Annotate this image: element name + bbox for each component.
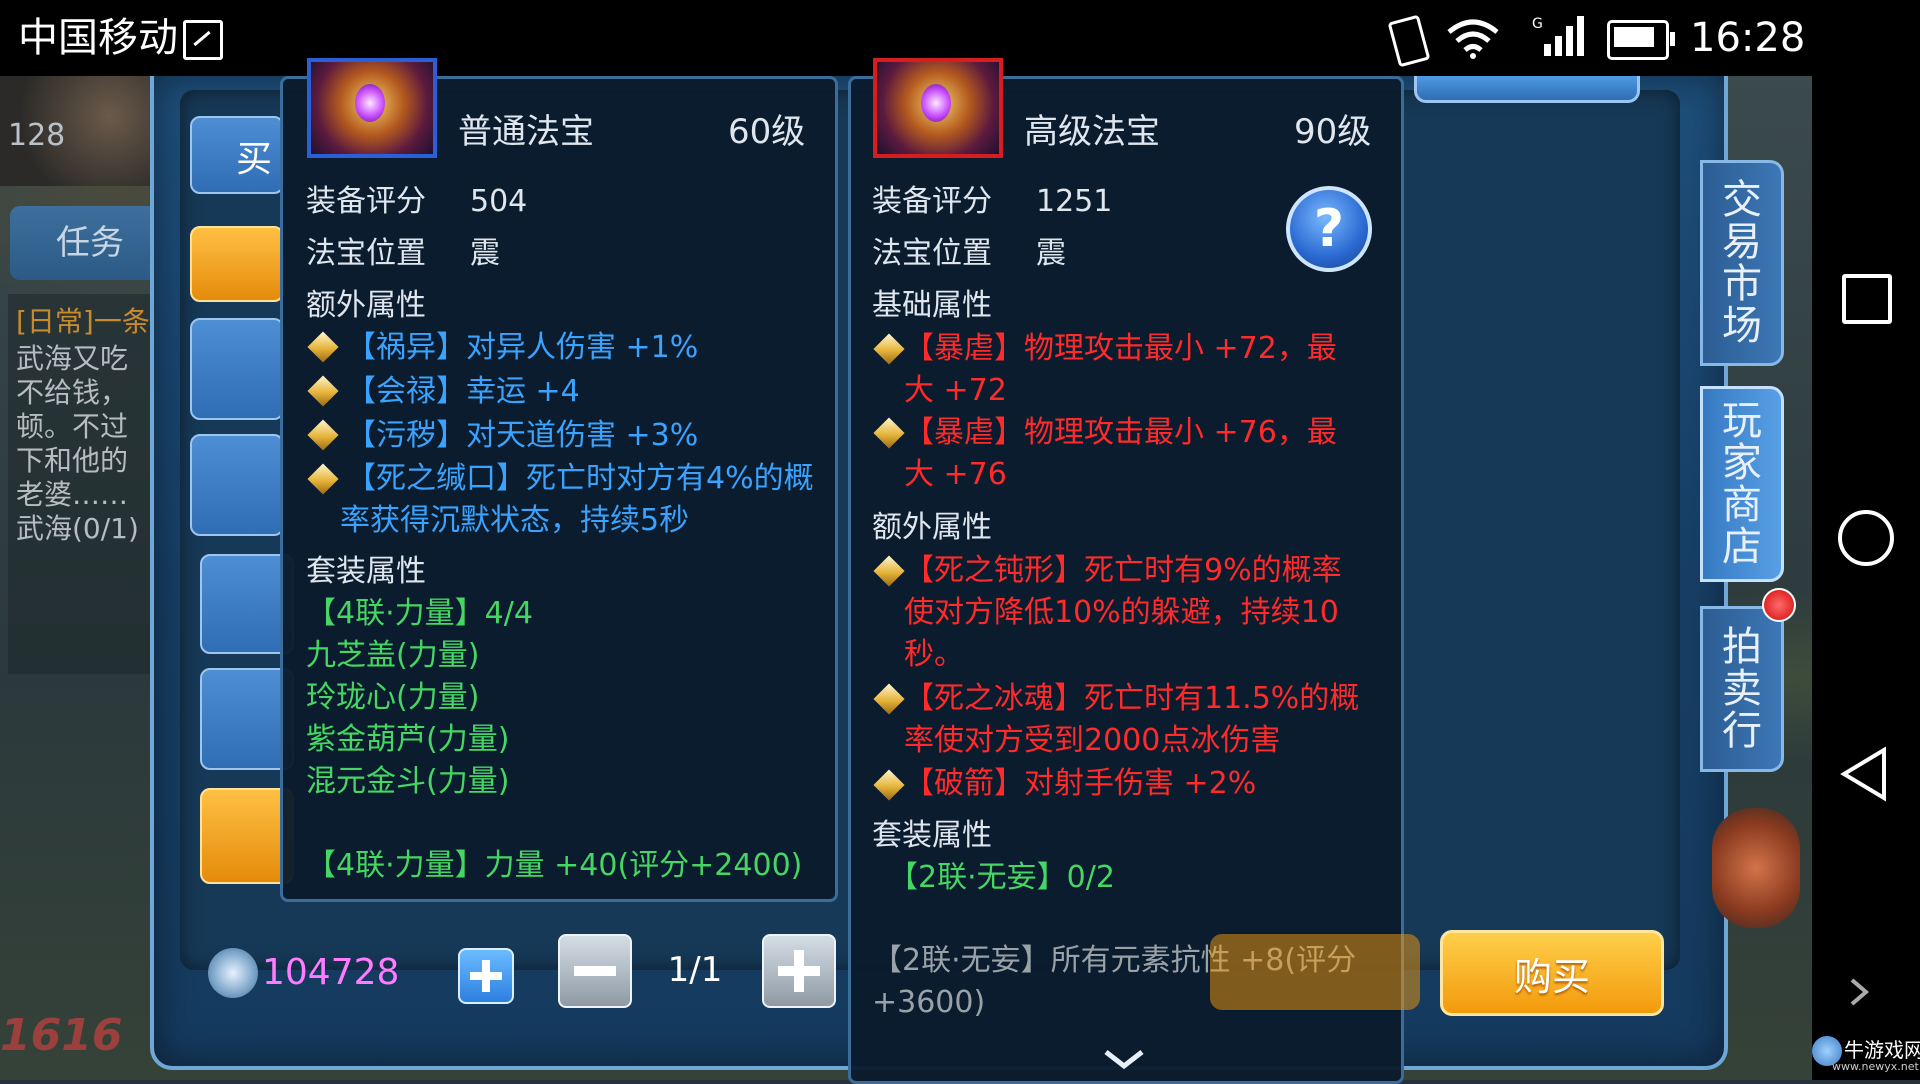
- quest-line: 武海又吃: [16, 342, 129, 375]
- watermark-brand: 牛游戏网: [1844, 1038, 1920, 1062]
- score-label-right: 装备评分: [872, 184, 992, 219]
- notification-dot: [1762, 588, 1796, 622]
- item-level-right: 90级: [1294, 112, 1372, 152]
- skill-button[interactable]: [1712, 808, 1800, 928]
- svg-text:G: G: [1532, 16, 1543, 32]
- chevron-right-icon[interactable]: [1848, 976, 1872, 1008]
- set-header-right: 套装属性: [872, 818, 992, 853]
- recent-apps-icon[interactable]: [1842, 274, 1892, 324]
- back-icon[interactable]: [1838, 746, 1890, 802]
- quest-line: 老婆……: [16, 478, 129, 511]
- tab-trade-market[interactable]: 交易市场: [1700, 160, 1784, 366]
- minus-icon: [574, 966, 616, 976]
- extra-attr-right: 【死之冰魂】死亡时有11.5%的概率使对方受到2000点冰伤害: [904, 681, 1360, 758]
- vibrate-icon: [1387, 14, 1431, 68]
- set-item: 玲珑心(力量): [306, 680, 480, 715]
- home-icon[interactable]: [1838, 510, 1894, 566]
- score-value-left: 504: [470, 184, 528, 219]
- category-tab[interactable]: [190, 434, 284, 536]
- increase-quantity-button[interactable]: [762, 934, 836, 1008]
- help-icon[interactable]: ?: [1286, 186, 1372, 272]
- android-nav-bar: 牛游戏网 www.newyx.net: [1812, 76, 1920, 1080]
- tab-label: 交: [1722, 177, 1762, 223]
- scroll-down-chevron-icon[interactable]: [1102, 1048, 1146, 1070]
- task-tab[interactable]: 任务: [10, 206, 160, 280]
- battery-icon: [1607, 20, 1675, 60]
- category-tab[interactable]: [190, 318, 284, 420]
- set-bonus-left: 【4联·力量】力量 +40(评分+2400): [306, 848, 803, 883]
- quest-text: 武海又吃 不给钱， 顿。不过 下和他的 老婆…… 武海(0/1): [16, 342, 139, 546]
- position-value-right: 震: [1036, 236, 1066, 271]
- set-name-right: 【2联·无妄】0/2: [888, 860, 1115, 895]
- base-header-right: 基础属性: [872, 288, 992, 323]
- tab-auction-house[interactable]: 拍卖行: [1700, 606, 1784, 772]
- item-icon-right: [873, 58, 1003, 158]
- extra-header-left: 额外属性: [306, 288, 426, 323]
- set-name-left: 【4联·力量】4/4: [306, 596, 533, 631]
- signal-icon: G: [1532, 16, 1584, 56]
- silver-coin-icon: [208, 948, 258, 998]
- decrease-quantity-button[interactable]: [558, 934, 632, 1008]
- position-value-left: 震: [470, 236, 500, 271]
- quest-tracker[interactable]: [日常]一条 武海又吃 不给钱， 顿。不过 下和他的 老婆…… 武海(0/1): [8, 294, 158, 674]
- extra-header-right: 额外属性: [872, 510, 992, 545]
- quantity-display[interactable]: 1/1: [640, 940, 750, 1000]
- score-label-left: 装备评分: [306, 184, 426, 219]
- extra-attr-right: 【破箭】对射手伤害 +2%: [904, 766, 1257, 801]
- buy-tab-label: 买: [236, 139, 273, 180]
- set-item: 九芝盖(力量): [306, 638, 480, 673]
- set-item: 紫金葫芦(力量): [306, 722, 510, 757]
- extra-attr-left: 【污秽】对天道伤害 +3%: [346, 418, 699, 453]
- clock-time: 16:28: [1690, 15, 1806, 61]
- quest-line: 武海(0/1): [16, 512, 139, 545]
- add-currency-button[interactable]: [458, 948, 514, 1004]
- item-grade-left: 普通法宝: [458, 112, 594, 152]
- position-label-right: 法宝位置: [872, 236, 992, 271]
- base-attr-right: 【暴虐】物理攻击最小 +76，最大 +76: [904, 415, 1337, 492]
- item-icon-left: [307, 58, 437, 158]
- carrier-name: 中国移动: [18, 15, 178, 61]
- extra-attr-left: 【会禄】幸运 +4: [346, 374, 580, 409]
- player-level: 128: [8, 118, 66, 153]
- secondary-button-hidden[interactable]: [1210, 934, 1420, 1010]
- item-grade-right: 高级法宝: [1024, 112, 1160, 152]
- currency-amount: 104728: [262, 952, 400, 993]
- category-tab-orange[interactable]: [190, 226, 284, 302]
- quest-line: 顿。不过: [16, 410, 129, 443]
- gem-icon: [921, 84, 951, 122]
- gem-icon: [355, 84, 385, 122]
- position-label-left: 法宝位置: [306, 236, 426, 271]
- set-item: 混元金斗(力量): [306, 764, 510, 799]
- top-tab-button[interactable]: [1414, 76, 1640, 103]
- wifi-icon: [1447, 19, 1499, 59]
- set-header-left: 套装属性: [306, 554, 426, 589]
- watermark-url: www.newyx.net: [1832, 1060, 1919, 1073]
- item-level-left: 60级: [728, 112, 806, 152]
- extra-attr-right: 【死之钝形】死亡时有9%的概率使对方降低10%的躲避，持续10秒。: [904, 553, 1342, 672]
- buy-tab[interactable]: 买: [190, 116, 284, 194]
- image-notification-icon: [183, 20, 223, 60]
- tab-player-shop[interactable]: 玩家商店: [1700, 386, 1784, 582]
- extra-attr-left: 【祸异】对异人伤害 +1%: [346, 330, 699, 365]
- quest-line: 不给钱，: [16, 376, 129, 409]
- buy-button[interactable]: 购买: [1440, 930, 1664, 1016]
- extra-attr-left: 【死之缄口】死亡时对方有4%的概率获得沉默状态，持续5秒: [340, 461, 814, 538]
- quest-title: [日常]一条: [16, 305, 150, 338]
- watermark: 牛游戏网 www.newyx.net: [1812, 1034, 1920, 1080]
- base-attr-right: 【暴虐】物理攻击最小 +72，最大 +72: [904, 331, 1337, 408]
- score-value-right: 1251: [1036, 184, 1113, 219]
- quest-line: 下和他的: [16, 444, 129, 477]
